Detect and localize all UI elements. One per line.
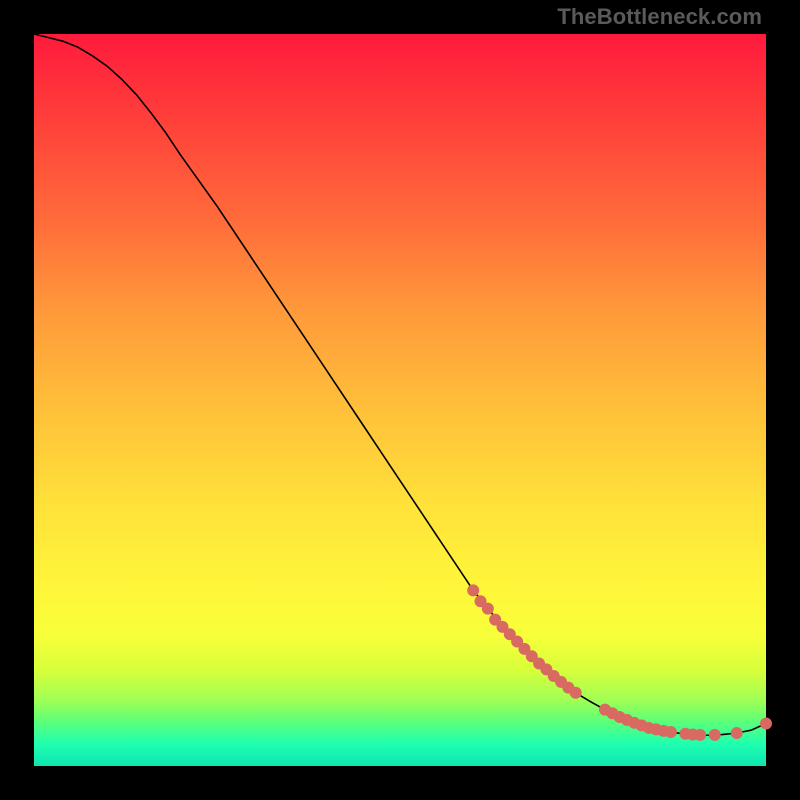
data-marker (760, 718, 772, 730)
chart-stage: TheBottleneck.com (0, 0, 800, 800)
plot-area (34, 34, 766, 766)
bottleneck-curve (34, 34, 766, 735)
data-marker (665, 726, 677, 738)
data-marker (694, 729, 706, 741)
data-marker (709, 729, 721, 741)
data-marker (467, 584, 479, 596)
data-marker (731, 727, 743, 739)
data-markers (467, 584, 772, 741)
curve-layer (34, 34, 766, 766)
data-marker (482, 603, 494, 615)
watermark-text: TheBottleneck.com (557, 4, 762, 30)
data-marker (570, 687, 582, 699)
